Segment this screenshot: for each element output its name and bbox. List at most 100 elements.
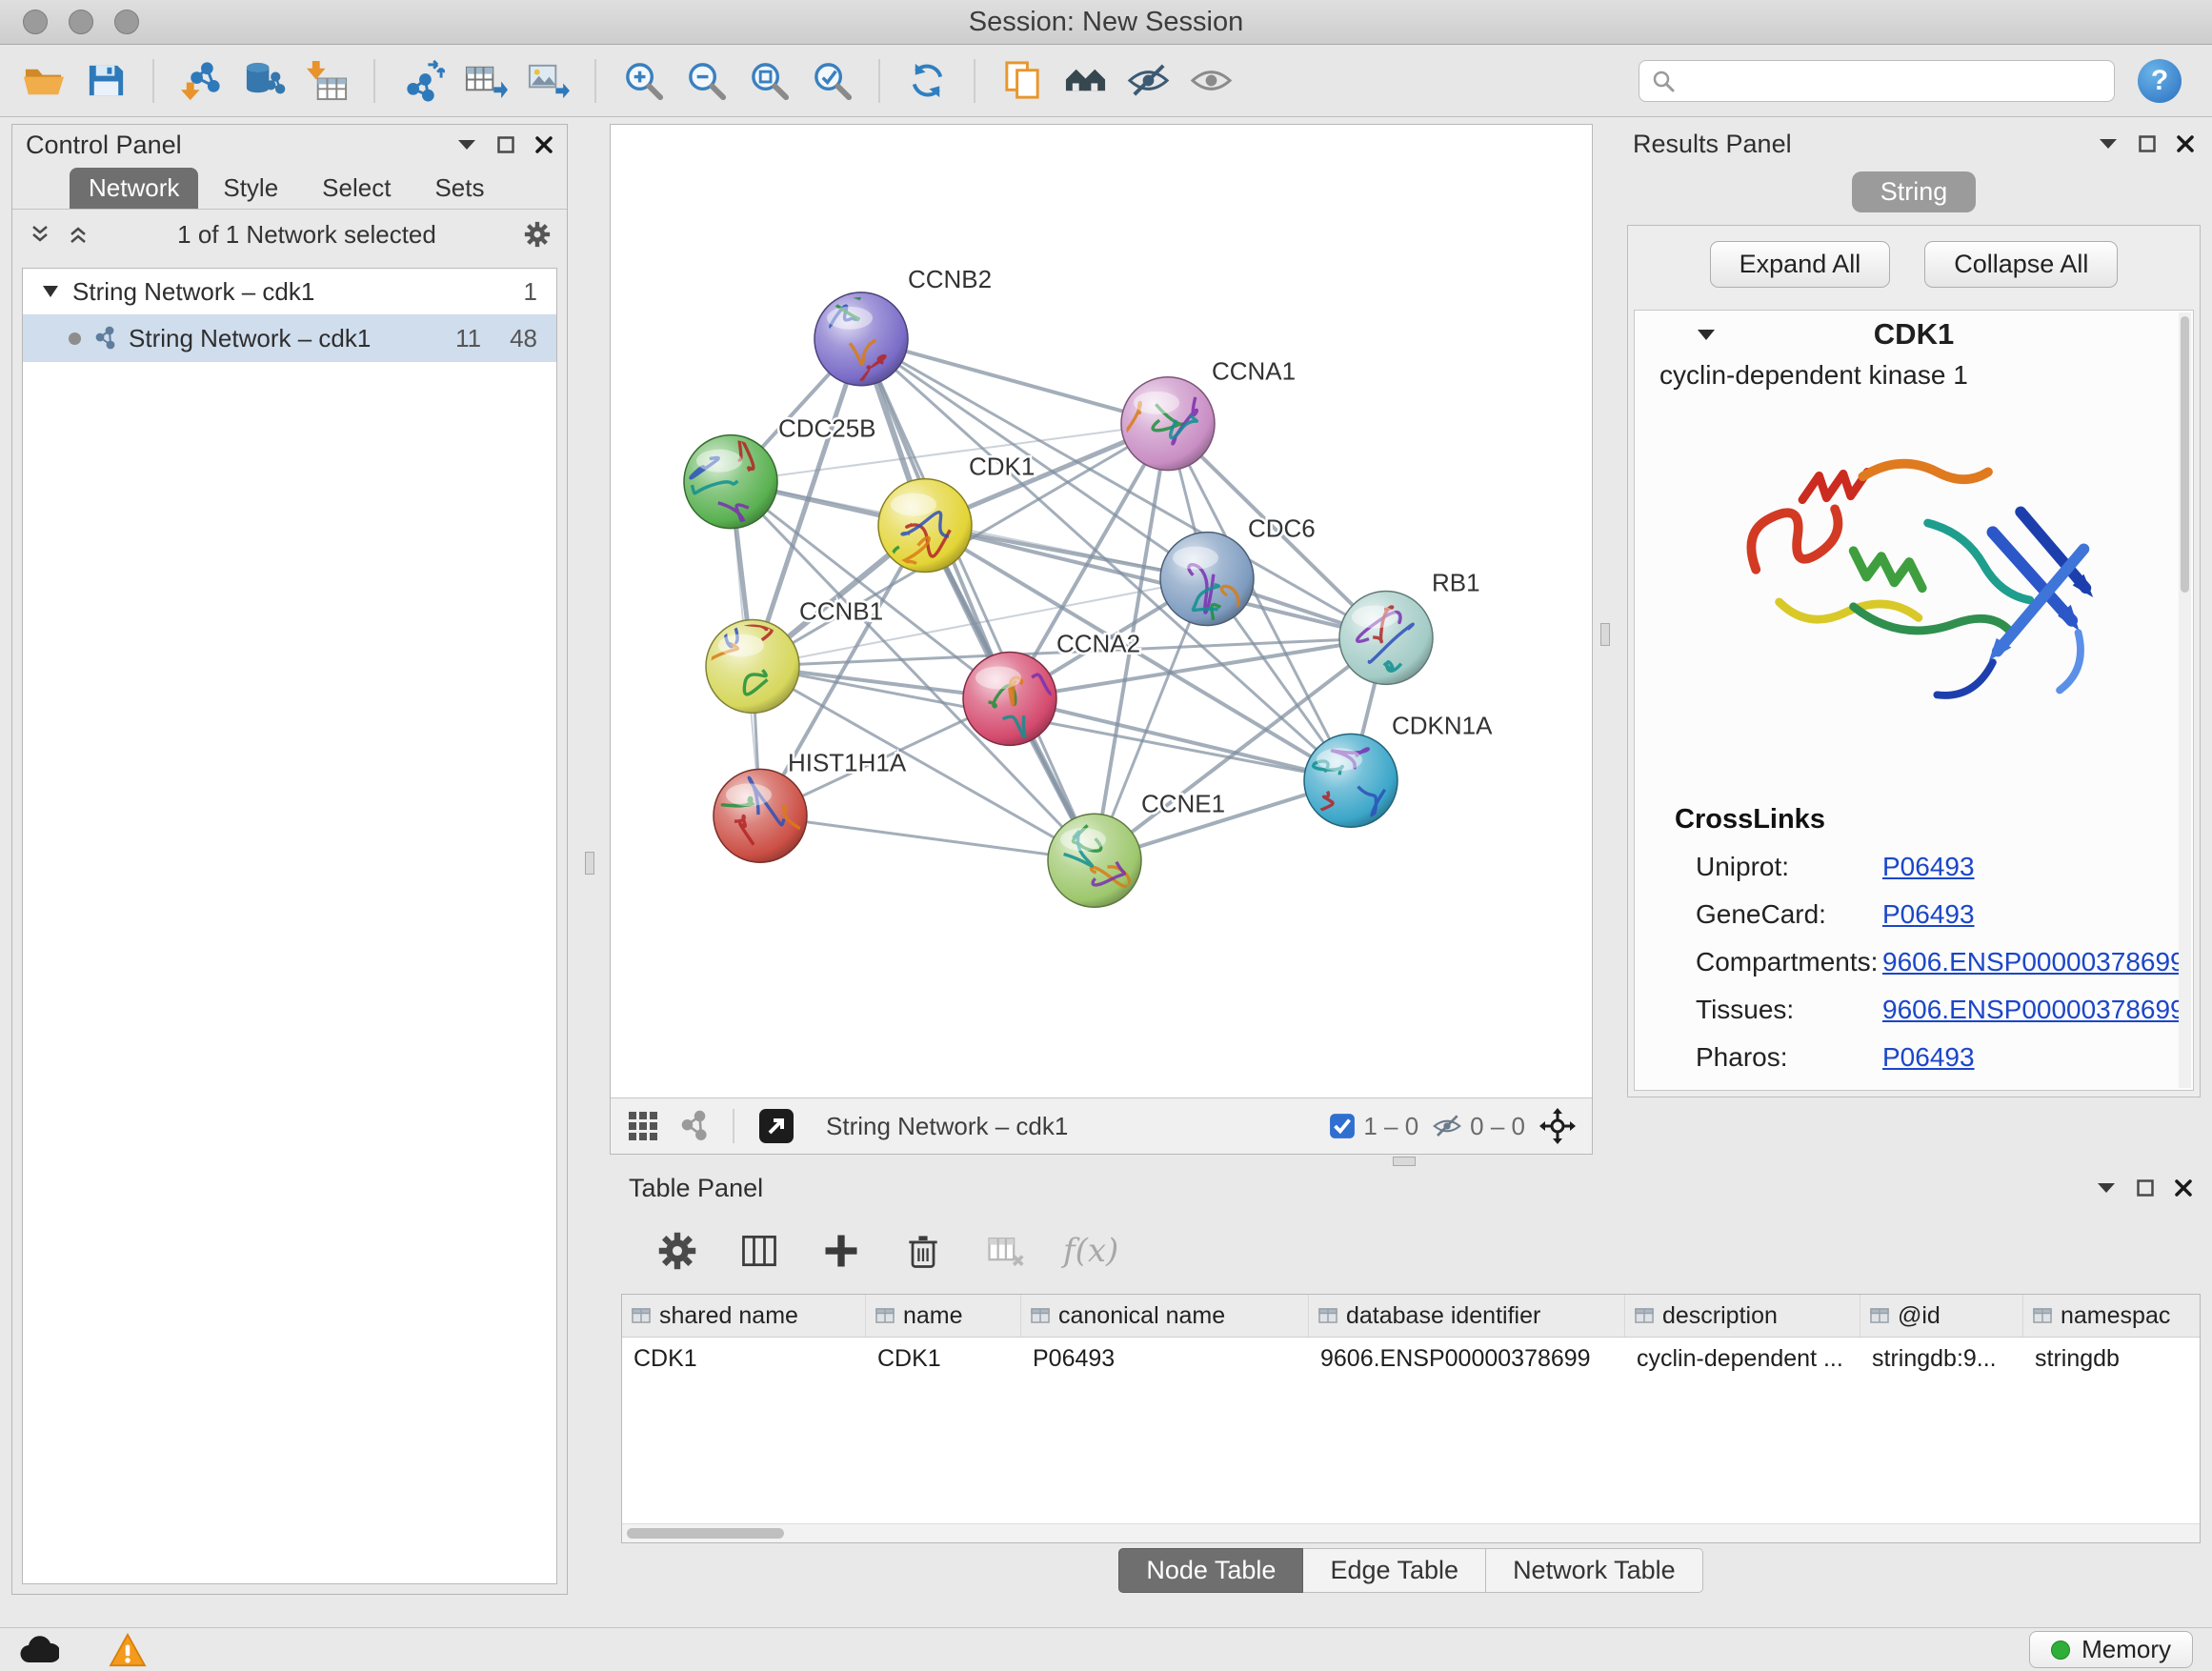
tree-expand-icon[interactable] (42, 285, 59, 298)
column-header[interactable]: shared name (622, 1295, 866, 1337)
search-input[interactable] (1685, 65, 2102, 96)
network-row-selected[interactable]: String Network – cdk1 11 48 (23, 314, 556, 362)
fit-content-icon[interactable] (1538, 1107, 1577, 1145)
tab-node-table[interactable]: Node Table (1118, 1548, 1303, 1593)
refresh-layout-button[interactable] (899, 53, 955, 109)
gear-icon[interactable] (523, 220, 552, 249)
crosslink-link[interactable]: P06493 (1882, 899, 1975, 930)
close-panel-icon[interactable] (2176, 134, 2195, 153)
column-header[interactable]: canonical name (1021, 1295, 1309, 1337)
column-header[interactable]: description (1625, 1295, 1860, 1337)
column-header[interactable]: name (866, 1295, 1021, 1337)
expand-all-networks-icon[interactable] (28, 222, 52, 247)
results-scrollbar-thumb[interactable] (2181, 316, 2189, 593)
network-node-cdkn1a[interactable] (1304, 734, 1398, 827)
network-collection-row[interactable]: String Network – cdk1 1 (23, 269, 556, 314)
network-node-ccnb2[interactable] (814, 292, 908, 386)
show-columns-button[interactable] (735, 1227, 783, 1275)
tab-network[interactable]: Network (70, 168, 198, 209)
control-panel-title: Control Panel (26, 131, 182, 160)
table-settings-button[interactable] (654, 1227, 701, 1275)
column-header[interactable]: database identifier (1309, 1295, 1625, 1337)
column-header[interactable]: @id (1860, 1295, 2023, 1337)
node-label-ccna2: CCNA2 (1056, 629, 1140, 657)
copy-network-button[interactable] (995, 53, 1050, 109)
tab-select[interactable]: Select (303, 168, 410, 209)
export-image-button[interactable] (520, 53, 575, 109)
zoom-fit-button[interactable] (741, 53, 796, 109)
grid-view-icon[interactable] (626, 1109, 660, 1143)
table-horizontal-scrollbar[interactable] (622, 1523, 2200, 1542)
delete-table-button-disabled[interactable] (981, 1227, 1029, 1275)
zoom-selected-button[interactable] (804, 53, 859, 109)
float-panel-icon[interactable] (2096, 1181, 2117, 1195)
close-panel-icon[interactable] (534, 135, 553, 154)
help-button[interactable]: ? (2138, 59, 2182, 103)
zoom-out-button[interactable] (678, 53, 734, 109)
network-canvas[interactable]: CCNB2CCNA1CDC25BCDK1CDC6RB1CCNB1CCNA2CDK… (611, 125, 1592, 1097)
column-header[interactable]: namespac (2023, 1295, 2201, 1337)
float-panel-icon[interactable] (2098, 137, 2119, 151)
crosslink-link[interactable]: P06493 (1882, 1042, 1975, 1073)
network-node-ccne1[interactable] (1048, 814, 1141, 907)
crosslink-link[interactable]: P06493 (1882, 852, 1975, 882)
detach-view-icon[interactable] (757, 1107, 795, 1145)
horizontal-splitter[interactable] (1393, 1157, 1416, 1166)
import-network-from-file-button[interactable] (173, 53, 229, 109)
maximize-panel-icon[interactable] (2136, 1178, 2155, 1198)
table-row[interactable]: CDK1CDK1P064939606.ENSP00000378699cyclin… (622, 1338, 2200, 1379)
new-network-button[interactable] (394, 53, 450, 109)
import-table-button[interactable] (299, 53, 354, 109)
add-column-button[interactable] (817, 1227, 865, 1275)
open-session-button[interactable] (15, 53, 70, 109)
tab-network-table[interactable]: Network Table (1486, 1548, 1703, 1593)
table-scrollbar-thumb[interactable] (627, 1528, 784, 1539)
minimize-window-button[interactable] (69, 10, 93, 34)
tab-style[interactable]: Style (204, 168, 297, 209)
maximize-panel-icon[interactable] (496, 135, 515, 154)
single-view-icon[interactable] (677, 1110, 710, 1142)
home-button[interactable] (1057, 53, 1113, 109)
network-edge[interactable] (861, 339, 1095, 860)
hide-selected-button[interactable] (1120, 53, 1176, 109)
memory-button[interactable]: Memory (2029, 1631, 2193, 1668)
crosslink-link[interactable]: 9606.ENSP00000378699 (1882, 947, 2185, 977)
tab-edge-table[interactable]: Edge Table (1303, 1548, 1486, 1593)
crosslink-link[interactable]: 9606.ENSP00000378699 (1882, 995, 2185, 1025)
table-cell: CDK1 (622, 1338, 866, 1379)
save-session-button[interactable] (78, 53, 133, 109)
maximize-panel-icon[interactable] (2138, 134, 2157, 153)
network-node-ccnb1[interactable] (706, 619, 799, 713)
show-all-button[interactable] (1183, 53, 1238, 109)
export-table-button[interactable] (457, 53, 513, 109)
tab-sets[interactable]: Sets (415, 168, 503, 209)
network-node-hist1h1a[interactable] (714, 769, 807, 862)
network-edge[interactable] (760, 815, 1095, 860)
network-collection-count: 1 (524, 277, 537, 307)
float-panel-icon[interactable] (456, 138, 477, 151)
search-box[interactable] (1639, 60, 2115, 102)
protein-card-header[interactable]: CDK1 (1635, 311, 2193, 358)
import-network-from-database-button[interactable] (236, 53, 292, 109)
network-node-rb1[interactable] (1339, 592, 1433, 685)
warning-icon[interactable] (109, 1633, 147, 1667)
close-window-button[interactable] (23, 10, 48, 34)
network-node-ccna1[interactable] (1121, 377, 1215, 471)
function-builder-button[interactable]: f(x) (1063, 1232, 1118, 1270)
zoom-window-button[interactable] (114, 10, 139, 34)
vertical-splitter-left[interactable] (585, 852, 594, 875)
network-graph[interactable]: CCNB2CCNA1CDC25BCDK1CDC6RB1CCNB1CCNA2CDK… (611, 125, 1592, 1097)
protein-name: CDK1 (1874, 317, 1954, 352)
collapse-all-button[interactable]: Collapse All (1924, 241, 2118, 288)
collapse-all-networks-icon[interactable] (66, 222, 90, 247)
vertical-splitter-right[interactable] (1600, 623, 1610, 646)
string-tab-badge[interactable]: String (1852, 171, 1977, 212)
collapse-section-icon[interactable] (1696, 328, 1717, 342)
cloud-status-icon[interactable] (19, 1636, 59, 1664)
delete-column-button[interactable] (899, 1227, 947, 1275)
zoom-in-button[interactable] (615, 53, 671, 109)
results-scrollbar[interactable] (2179, 312, 2191, 1088)
network-node-cdk1[interactable] (878, 479, 972, 573)
close-panel-icon[interactable] (2174, 1178, 2193, 1198)
expand-all-button[interactable]: Expand All (1710, 241, 1891, 288)
